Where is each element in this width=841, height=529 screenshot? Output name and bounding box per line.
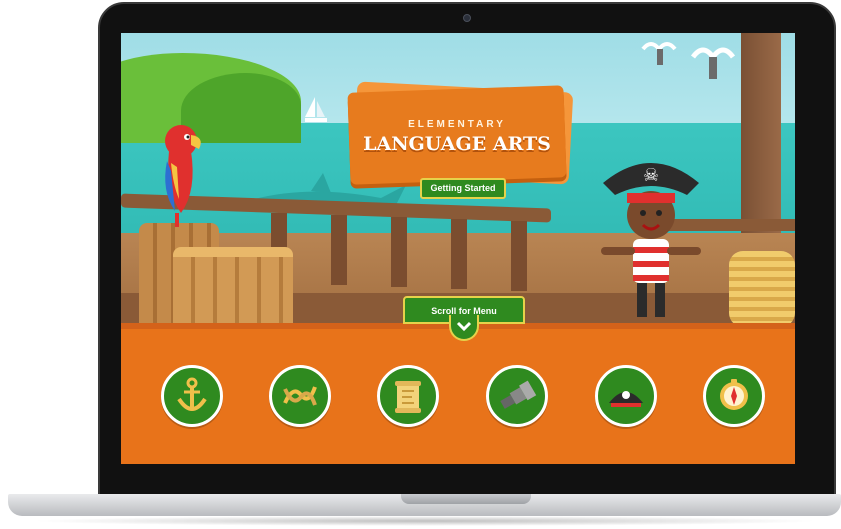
- seagull-icon: [641, 42, 677, 65]
- svg-text:☠: ☠: [643, 165, 659, 186]
- rail-post: [331, 215, 347, 285]
- laptop-shadow: [30, 516, 820, 526]
- pirate-hat-icon: [609, 391, 643, 407]
- app-subtitle: ELEMENTARY: [408, 119, 506, 130]
- spyglass-icon: [500, 380, 537, 409]
- rail-post: [391, 217, 407, 287]
- menu-item-compass[interactable]: [703, 365, 765, 427]
- rail-post: [451, 219, 467, 289]
- menu-item-spyglass[interactable]: [486, 365, 548, 427]
- app-title: LANGUAGE ARTS: [363, 133, 551, 155]
- menu-item-map[interactable]: [377, 365, 439, 427]
- seagull-icon: [690, 47, 736, 79]
- menu-item-pirate-hat[interactable]: [595, 365, 657, 427]
- webcam: [463, 14, 471, 22]
- parrot-character: [165, 125, 201, 227]
- rope-knot-icon: [283, 386, 317, 406]
- app-screen: ☠ ELEMENTARY LANGUAGE ARTS Getting Start…: [121, 33, 795, 464]
- rail-post: [511, 221, 527, 291]
- chevron-down-icon: [456, 321, 472, 332]
- scroll-map-icon: [395, 381, 421, 413]
- rope-coil: [729, 251, 795, 327]
- compass-icon: [720, 379, 748, 410]
- getting-started-button[interactable]: Getting Started: [420, 178, 506, 199]
- anchor-icon: [177, 377, 207, 411]
- pirate-character: ☠: [601, 163, 701, 317]
- sailboat-icon: [305, 97, 327, 122]
- menu-item-anchor[interactable]: [161, 365, 223, 427]
- laptop-opening-notch: [401, 494, 531, 504]
- menu-item-knot[interactable]: [269, 365, 331, 427]
